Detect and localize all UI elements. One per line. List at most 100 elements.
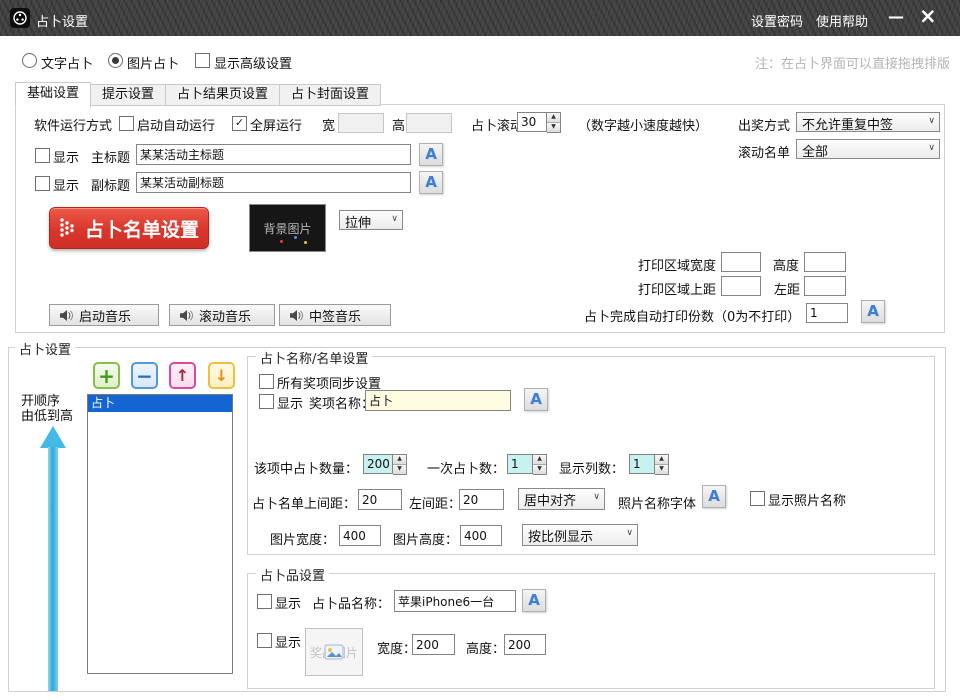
draw-count-spin-buttons[interactable]: ▲ ▼: [393, 454, 407, 475]
move-down-button[interactable]: ↓: [208, 362, 235, 389]
tab-cover-settings[interactable]: 占卜封面设置: [280, 84, 381, 106]
fullscreen-checkbox[interactable]: ✓: [232, 116, 247, 131]
winner-music-button[interactable]: 中签音乐: [279, 304, 391, 326]
remove-item-button[interactable]: −: [131, 362, 158, 389]
radio-image-mode-label[interactable]: 图片占卜: [127, 53, 179, 72]
show-prize-name-checkbox[interactable]: [259, 394, 274, 409]
spin-up-icon[interactable]: ▲: [655, 455, 668, 465]
align-select[interactable]: 居中对齐 ∨: [518, 488, 605, 510]
print-top-input[interactable]: [721, 276, 761, 296]
bg-stretch-select[interactable]: 拉伸 ∨: [339, 210, 403, 230]
tab-result-page-settings[interactable]: 占卜结果页设置: [166, 84, 280, 106]
spin-up-icon[interactable]: ▲: [393, 455, 406, 465]
print-font-button[interactable]: A: [861, 300, 885, 323]
chevron-down-icon: ∨: [593, 492, 600, 502]
prize-image-height-input[interactable]: [504, 634, 546, 655]
left-margin-input[interactable]: [459, 489, 504, 510]
autorun-checkbox[interactable]: [119, 116, 134, 131]
roll-list-select[interactable]: 全部 ∨: [796, 139, 940, 159]
show-prize-name-label[interactable]: 显示: [277, 393, 303, 412]
draw-count-input[interactable]: [363, 454, 393, 474]
rolling-music-button[interactable]: 滚动音乐: [169, 304, 275, 326]
print-width-input[interactable]: [721, 252, 761, 272]
show-photo-name-checkbox[interactable]: [750, 491, 765, 506]
image-width-label: 图片宽度：: [270, 529, 335, 548]
spin-down-icon[interactable]: ▼: [393, 465, 406, 474]
sub-title-font-button[interactable]: A: [419, 171, 443, 194]
startup-music-button[interactable]: 启动音乐: [49, 304, 159, 326]
move-up-button[interactable]: ↑: [169, 362, 196, 389]
show-prize-image-label[interactable]: 显示: [275, 632, 301, 651]
advanced-settings-checkbox[interactable]: [195, 53, 210, 68]
show-main-title-label[interactable]: 显示: [53, 147, 79, 166]
spin-down-icon[interactable]: ▼: [533, 465, 546, 474]
fullscreen-label[interactable]: 全屏运行: [250, 115, 302, 134]
show-sub-title-checkbox[interactable]: [35, 176, 50, 191]
prize-item-font-button[interactable]: A: [522, 589, 546, 612]
scroll-speed-spin-buttons[interactable]: ▲ ▼: [547, 112, 561, 133]
prize-name-font-button[interactable]: A: [524, 388, 548, 411]
image-width-input[interactable]: [339, 525, 381, 546]
print-copies-input[interactable]: [806, 303, 848, 323]
show-prize-image-checkbox[interactable]: [257, 633, 272, 648]
prize-name-input[interactable]: [365, 390, 511, 411]
show-main-title-checkbox[interactable]: [35, 148, 50, 163]
prize-mode-select[interactable]: 不允许重复中签 ∨: [796, 112, 940, 132]
tab-hint-settings[interactable]: 提示设置: [91, 84, 166, 106]
show-photo-name-label[interactable]: 显示照片名称: [768, 490, 846, 509]
background-image-thumbnail[interactable]: 背景图片: [249, 204, 326, 252]
screen-width-input[interactable]: [338, 113, 384, 133]
spin-down-icon[interactable]: ▼: [547, 123, 560, 132]
divination-group: 占卜设置 + − ↑ ↓ 开顺序 由低到高 占卜 占卜名称/名单设置 所有奖项同…: [8, 347, 946, 692]
name-list-settings-button[interactable]: 占卜名单设置: [49, 207, 209, 249]
prize-image-height-label: 高度：: [466, 638, 505, 657]
set-password-menu[interactable]: 设置密码: [751, 11, 803, 30]
sub-title-input[interactable]: [136, 172, 411, 193]
close-button[interactable]: ×: [919, 4, 937, 28]
prize-mode-label: 出奖方式: [738, 115, 790, 134]
help-menu[interactable]: 使用帮助: [816, 11, 868, 30]
prize-image-button[interactable]: 奖品图片: [305, 628, 363, 676]
print-height-input[interactable]: [804, 252, 846, 272]
minimize-button[interactable]: —: [888, 7, 904, 26]
prize-image-width-input[interactable]: [412, 634, 455, 655]
main-title-input[interactable]: [136, 144, 411, 165]
per-draw-input[interactable]: [507, 454, 533, 474]
spin-up-icon[interactable]: ▲: [547, 113, 560, 123]
speaker-icon: [179, 309, 193, 322]
columns-input[interactable]: [629, 454, 655, 474]
top-margin-input[interactable]: [358, 489, 402, 510]
radio-text-mode-label[interactable]: 文字占卜: [41, 53, 93, 72]
autorun-label[interactable]: 启动自动运行: [137, 115, 215, 134]
list-item[interactable]: 占卜: [88, 395, 232, 412]
spin-down-icon[interactable]: ▼: [655, 465, 668, 474]
draw-order-line1: 开顺序: [21, 394, 73, 409]
image-height-input[interactable]: [460, 525, 502, 546]
scroll-speed-input[interactable]: [517, 112, 547, 132]
prize-item-name-input[interactable]: [394, 590, 516, 612]
sync-all-checkbox[interactable]: [259, 374, 274, 389]
radio-image-mode[interactable]: [108, 53, 123, 68]
show-prize-item-checkbox[interactable]: [257, 594, 272, 609]
show-prize-item-label[interactable]: 显示: [275, 593, 301, 612]
main-title-font-button[interactable]: A: [419, 143, 443, 166]
winner-music-label: 中签音乐: [309, 306, 361, 325]
draw-order-label: 开顺序 由低到高: [21, 394, 73, 424]
print-left-input[interactable]: [804, 276, 846, 296]
per-draw-spin-buttons[interactable]: ▲ ▼: [533, 454, 547, 475]
radio-text-mode[interactable]: [22, 53, 37, 68]
rolling-music-label: 滚动音乐: [199, 306, 251, 325]
show-sub-title-label[interactable]: 显示: [53, 175, 79, 194]
columns-spin-buttons[interactable]: ▲ ▼: [655, 454, 669, 475]
screen-height-input[interactable]: [406, 113, 452, 133]
columns-spinner: ▲ ▼: [629, 454, 669, 475]
photo-name-font-button[interactable]: A: [702, 485, 726, 508]
prize-list[interactable]: 占卜: [87, 394, 233, 674]
scale-mode-select[interactable]: 按比例显示 ∨: [522, 524, 638, 546]
add-item-button[interactable]: +: [93, 362, 120, 389]
main-title-label: 主标题: [91, 147, 130, 166]
tab-basic-settings[interactable]: 基础设置: [15, 82, 91, 108]
spin-up-icon[interactable]: ▲: [533, 455, 546, 465]
advanced-settings-label[interactable]: 显示高级设置: [214, 53, 292, 72]
speaker-icon: [289, 309, 303, 322]
